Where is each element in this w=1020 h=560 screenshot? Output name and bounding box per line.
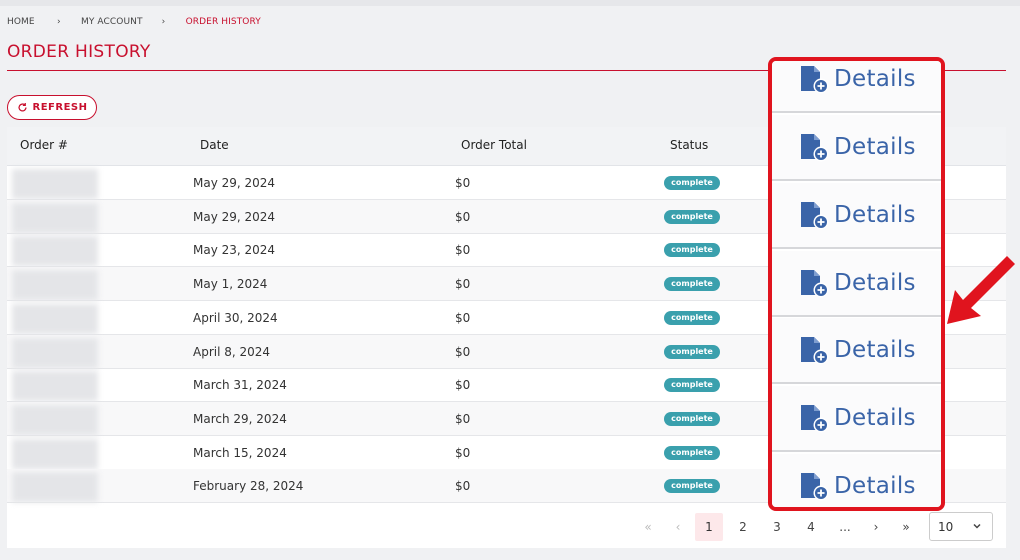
- details-label: Details: [834, 202, 916, 228]
- details-label: Details: [834, 337, 916, 363]
- refresh-icon: [18, 103, 27, 112]
- column-header-status[interactable]: Status: [670, 138, 708, 152]
- details-button[interactable]: Details: [772, 61, 941, 113]
- details-button[interactable]: Details: [772, 454, 941, 507]
- order-date: May 29, 2024: [193, 209, 276, 224]
- order-number-redacted: [12, 202, 98, 233]
- status-badge: complete: [664, 411, 720, 426]
- order-date: April 8, 2024: [193, 344, 271, 359]
- order-total: $0: [455, 243, 471, 258]
- red-arrow-icon: [947, 256, 1015, 324]
- page-4-button[interactable]: 4: [797, 513, 825, 541]
- refresh-button[interactable]: REFRESH: [7, 95, 97, 120]
- order-date: February 28, 2024: [193, 479, 304, 494]
- breadcrumb-my-account[interactable]: MY ACCOUNT: [81, 17, 143, 27]
- status-badge: complete: [664, 344, 720, 359]
- order-total: $0: [455, 479, 471, 494]
- details-highlight-box: Details Details Details Details Details Detai…: [768, 57, 945, 511]
- order-number-redacted: [12, 472, 98, 503]
- details-label: Details: [834, 405, 916, 431]
- prev-page-button[interactable]: ‹: [664, 513, 692, 541]
- document-plus-icon: [801, 202, 829, 230]
- details-label: Details: [834, 270, 916, 296]
- order-total: $0: [455, 209, 471, 224]
- next-page-button[interactable]: ›: [862, 513, 890, 541]
- first-page-button[interactable]: «: [634, 513, 662, 541]
- last-page-button[interactable]: »: [892, 513, 920, 541]
- details-button[interactable]: Details: [772, 183, 941, 249]
- status-badge: complete: [664, 479, 720, 494]
- order-total: $0: [455, 445, 471, 460]
- status-badge: complete: [664, 378, 720, 393]
- details-label: Details: [834, 473, 916, 499]
- page-3-button[interactable]: 3: [763, 513, 791, 541]
- order-total: $0: [455, 411, 471, 426]
- details-button[interactable]: Details: [772, 386, 941, 452]
- breadcrumb: HOME › MY ACCOUNT › ORDER HISTORY: [7, 17, 261, 27]
- order-date: May 29, 2024: [193, 176, 276, 190]
- document-plus-icon: [801, 405, 829, 433]
- details-button[interactable]: Details: [772, 318, 941, 384]
- details-button[interactable]: Details: [772, 115, 941, 181]
- order-date: May 1, 2024: [193, 277, 268, 292]
- per-page-value: 10: [938, 519, 954, 534]
- order-total: $0: [455, 344, 471, 359]
- document-plus-icon: [801, 473, 829, 501]
- order-number-redacted: [12, 404, 98, 435]
- document-plus-icon: [801, 66, 829, 94]
- order-number-redacted: [12, 371, 98, 402]
- document-plus-icon: [801, 337, 829, 365]
- order-number-redacted: [12, 169, 98, 199]
- order-date: May 23, 2024: [193, 243, 276, 258]
- refresh-label: REFRESH: [32, 102, 88, 113]
- breadcrumb-separator: ›: [57, 17, 61, 27]
- page-2-button[interactable]: 2: [729, 513, 757, 541]
- details-label: Details: [834, 134, 916, 160]
- order-date: March 29, 2024: [193, 411, 287, 426]
- order-total: $0: [455, 176, 471, 190]
- order-date: April 30, 2024: [193, 310, 278, 325]
- order-number-redacted: [12, 270, 98, 301]
- document-plus-icon: [801, 134, 829, 162]
- page-1-button[interactable]: 1: [695, 513, 723, 541]
- order-number-redacted: [12, 236, 98, 267]
- breadcrumb-home[interactable]: HOME: [7, 17, 35, 27]
- status-badge: complete: [664, 176, 720, 190]
- status-badge: complete: [664, 445, 720, 460]
- details-label: Details: [834, 66, 916, 92]
- chevron-down-icon: [973, 523, 981, 529]
- order-number-redacted: [12, 337, 98, 368]
- per-page-select[interactable]: 10: [929, 512, 993, 541]
- status-badge: complete: [664, 209, 720, 224]
- status-badge: complete: [664, 310, 720, 325]
- page-title: ORDER HISTORY: [7, 42, 151, 62]
- order-date: March 31, 2024: [193, 378, 287, 393]
- order-number-redacted: [12, 303, 98, 334]
- column-header-date[interactable]: Date: [200, 138, 229, 152]
- status-badge: complete: [664, 243, 720, 258]
- order-total: $0: [455, 378, 471, 393]
- pagination-ellipsis: ...: [839, 520, 851, 534]
- document-plus-icon: [801, 270, 829, 298]
- breadcrumb-current: ORDER HISTORY: [185, 17, 261, 27]
- column-header-total[interactable]: Order Total: [461, 138, 527, 152]
- status-badge: complete: [664, 277, 720, 292]
- order-total: $0: [455, 277, 471, 292]
- breadcrumb-separator: ›: [161, 17, 166, 27]
- order-date: March 15, 2024: [193, 445, 287, 460]
- column-header-order[interactable]: Order #: [20, 138, 68, 152]
- order-number-redacted: [12, 438, 98, 469]
- order-total: $0: [455, 310, 471, 325]
- top-bar: [0, 0, 1020, 6]
- details-button[interactable]: Details: [772, 251, 941, 317]
